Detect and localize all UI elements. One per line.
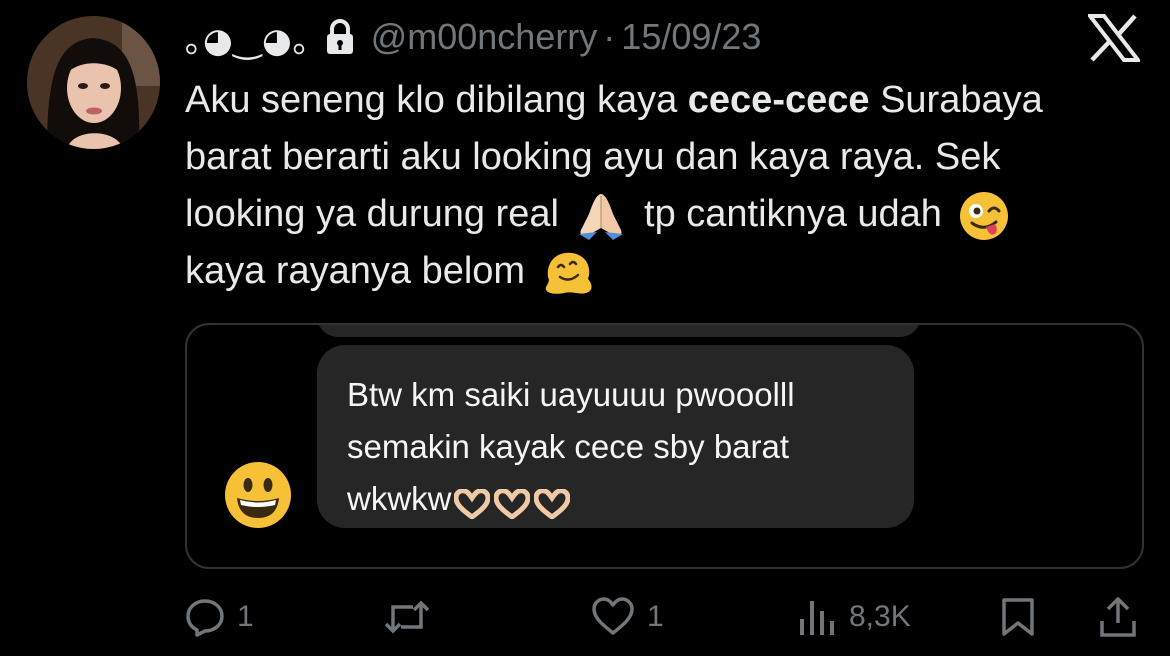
tweet-text-part: tp cantiknya udah: [633, 193, 953, 235]
repost-button[interactable]: [383, 592, 443, 642]
views-icon: [800, 601, 834, 635]
tweet-text-bold: cece-cece: [687, 79, 870, 121]
share-icon: [1100, 597, 1136, 637]
display-name[interactable]: ｡◕‿◕｡: [185, 13, 311, 62]
heart-hands-emoji-icon: [533, 488, 570, 519]
share-button[interactable]: [1098, 592, 1138, 642]
heart-hands-emojis: [453, 475, 574, 527]
dm-message-bubble: Btw km saiki uayuuuu pwooolll semakin ka…: [317, 345, 914, 528]
reply-count: 1: [237, 600, 254, 633]
views-count: 8,3K: [849, 600, 911, 633]
views-button[interactable]: 8,3K: [797, 592, 911, 642]
reply-button[interactable]: 1: [185, 592, 254, 642]
lock-icon: [325, 19, 355, 55]
bookmark-button[interactable]: [1000, 592, 1036, 642]
grinning-face-emoji-icon: [223, 460, 293, 530]
heart-hands-emoji-icon: [493, 488, 530, 519]
heart-icon: [592, 597, 634, 635]
tweet-header: ｡◕‿◕｡ @m00ncherry · 15/09/23: [185, 13, 761, 62]
like-button[interactable]: 1: [591, 592, 664, 642]
like-count: 1: [647, 600, 664, 633]
tweet-text: Aku seneng klo dibilang kaya cece-cece S…: [185, 72, 1085, 300]
tweet-actions: 1 1 8,3K: [185, 592, 1140, 642]
dm-line-last: wkwkw: [347, 473, 907, 527]
tweet-date[interactable]: 15/09/23: [621, 16, 761, 58]
tweet-text-part: Aku seneng klo dibilang kaya: [185, 79, 688, 121]
dm-line: wkwkw: [347, 480, 452, 517]
tweet-text-part: kaya rayanya belom: [185, 250, 536, 292]
bookmark-icon: [1002, 598, 1034, 636]
heart-hands-emoji-icon: [453, 488, 490, 519]
reply-icon: [186, 599, 224, 637]
dm-line: Btw km saiki uayuuuu pwooolll: [347, 376, 795, 413]
melting-face-emoji-icon: [542, 247, 594, 299]
previous-message-bubble: [317, 325, 921, 337]
folded-hands-emoji-icon: [575, 190, 627, 242]
dm-message-text: Btw km saiki uayuuuu pwooolll semakin ka…: [347, 369, 907, 527]
repost-icon: [384, 600, 430, 634]
dm-line: semakin kayak cece sby barat: [347, 428, 790, 465]
winking-tongue-emoji-icon: [958, 190, 1010, 242]
avatar-photo: [27, 16, 160, 149]
media-image[interactable]: Btw km saiki uayuuuu pwooolll semakin ka…: [185, 323, 1144, 569]
header-separator: ·: [603, 16, 616, 57]
x-logo-icon: [1085, 14, 1143, 62]
user-handle[interactable]: @m00ncherry: [371, 16, 598, 58]
avatar[interactable]: [27, 16, 160, 149]
